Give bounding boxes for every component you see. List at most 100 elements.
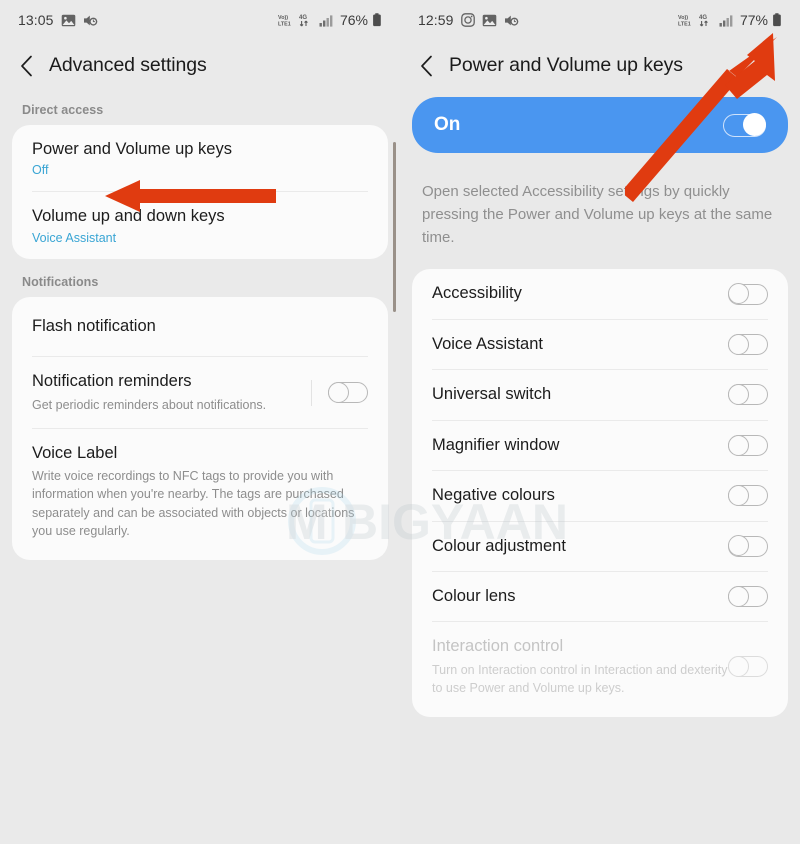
page-title: Advanced settings	[49, 54, 207, 76]
row-text-group: Flash notification	[32, 316, 368, 337]
row-magnifier-window[interactable]: Magnifier window	[412, 421, 788, 470]
row-universal-switch[interactable]: Universal switch	[412, 370, 788, 419]
row-text-group: Interaction control Turn on Interaction …	[432, 636, 728, 697]
signal-bars-icon	[719, 14, 735, 27]
signal-bars-icon	[319, 14, 335, 27]
battery-percent-label: 76%	[339, 12, 368, 28]
row-text-group: Colour adjustment	[432, 536, 728, 557]
colour-adjustment-toggle[interactable]	[727, 535, 768, 557]
row-title: Magnifier window	[432, 435, 560, 454]
row-text-group: Notification reminders Get periodic remi…	[32, 371, 311, 414]
card-accessibility-options: Accessibility Voice Assistant Universal …	[412, 269, 788, 718]
svg-text:LTE1: LTE1	[278, 21, 291, 27]
row-colour-adjustment[interactable]: Colour adjustment	[412, 522, 788, 571]
status-time: 13:05	[18, 12, 54, 28]
sound-off-icon	[83, 14, 98, 27]
row-title: Colour lens	[432, 587, 516, 606]
colour-lens-toggle[interactable]	[727, 585, 768, 608]
page-title: Power and Volume up keys	[449, 54, 683, 76]
mobile-data-4g-icon: 4G	[299, 13, 315, 27]
master-switch-bar[interactable]: On	[412, 97, 788, 153]
row-text-group: Volume up and down keys Voice Assistant	[32, 206, 368, 244]
status-bar-right-group: Vo)) LTE1 4G 76%	[278, 12, 382, 28]
row-subtitle: Voice Assistant	[32, 230, 117, 245]
card-direct-access: Power and Volume up keys Off Volume up a…	[12, 125, 388, 259]
row-title: Voice Assistant	[432, 334, 543, 353]
row-volume-up-and-down-keys[interactable]: Volume up and down keys Voice Assistant	[12, 192, 388, 258]
volte-icon: Vo)) LTE1	[678, 13, 695, 27]
vertical-scrollbar[interactable]	[393, 142, 396, 312]
svg-text:LTE1: LTE1	[678, 21, 691, 27]
row-title: Notification reminders	[32, 372, 192, 391]
row-text-group: Voice Label Write voice recordings to NF…	[32, 443, 368, 540]
status-bar-right: 12:59 Vo)) LTE1 4G 77%	[400, 0, 800, 40]
master-switch-toggle[interactable]	[723, 113, 767, 137]
row-subtitle: Off	[32, 163, 49, 178]
row-description: Write voice recordings to NFC tags to pr…	[32, 469, 355, 538]
row-text-group: Accessibility	[432, 283, 728, 304]
row-title: Power and Volume up keys	[32, 140, 232, 158]
status-bar-left-group: 13:05	[18, 12, 98, 28]
row-description: Turn on Interaction control in Interacti…	[432, 662, 728, 696]
negative-colours-toggle[interactable]	[727, 484, 768, 507]
notification-reminders-toggle[interactable]	[327, 381, 368, 404]
status-bar-left-group: 12:59	[418, 12, 519, 28]
image-icon	[482, 14, 497, 27]
row-accessibility[interactable]: Accessibility	[412, 269, 788, 318]
row-interaction-control: Interaction control Turn on Interaction …	[412, 622, 788, 717]
row-text-group: Magnifier window	[432, 435, 728, 456]
interaction-control-toggle	[727, 655, 768, 678]
right-phone-screen: 12:59 Vo)) LTE1 4G 77% Power and Volume …	[400, 0, 800, 844]
voice-assistant-toggle[interactable]	[727, 333, 768, 356]
row-power-and-volume-up-keys[interactable]: Power and Volume up keys Off	[12, 125, 388, 191]
row-notification-reminders[interactable]: Notification reminders Get periodic remi…	[12, 357, 388, 428]
row-title: Colour adjustment	[432, 536, 566, 555]
row-title: Voice Label	[32, 443, 118, 462]
camera-icon	[460, 13, 475, 27]
status-time: 12:59	[418, 12, 454, 28]
row-title: Universal switch	[432, 385, 552, 404]
back-chevron-icon[interactable]	[420, 55, 433, 77]
toggle-separator	[311, 379, 312, 406]
row-text-group: Colour lens	[432, 586, 728, 607]
row-title: Volume up and down keys	[32, 207, 225, 226]
app-bar-right: Power and Volume up keys	[400, 40, 800, 97]
image-icon	[61, 14, 76, 27]
feature-description: Open selected Accessibility settings by …	[422, 183, 773, 246]
row-text-group: Power and Volume up keys Off	[32, 139, 368, 177]
status-bar-right-group: Vo)) LTE1 4G 77%	[678, 12, 782, 28]
svg-text:4G: 4G	[699, 15, 707, 21]
row-description: Get periodic reminders about notificatio…	[32, 397, 267, 412]
dual-screenshot-container: 13:05 Vo)) LTE1 4G 76% Advanced settings…	[0, 0, 800, 844]
back-chevron-icon[interactable]	[20, 55, 33, 77]
sound-off-icon	[504, 14, 519, 27]
status-bar-left: 13:05 Vo)) LTE1 4G 76%	[0, 0, 400, 40]
section-header-direct-access: Direct access	[22, 103, 104, 117]
master-switch-label: On	[434, 114, 461, 135]
magnifier-window-toggle[interactable]	[727, 434, 768, 456]
universal-switch-toggle[interactable]	[727, 384, 768, 406]
row-negative-colours[interactable]: Negative colours	[412, 471, 788, 520]
row-voice-label[interactable]: Voice Label Write voice recordings to NF…	[12, 429, 388, 560]
row-title: Interaction control	[432, 637, 564, 656]
volte-icon: Vo)) LTE1	[278, 13, 295, 27]
svg-text:Vo)): Vo))	[278, 15, 288, 21]
app-bar-left: Advanced settings	[0, 40, 400, 97]
svg-text:4G: 4G	[299, 15, 307, 21]
svg-text:Vo)): Vo))	[678, 15, 688, 21]
mobile-data-4g-icon: 4G	[699, 13, 715, 27]
row-title: Negative colours	[432, 486, 555, 505]
row-text-group: Voice Assistant	[432, 334, 728, 355]
section-header-notifications: Notifications	[22, 274, 99, 289]
row-flash-notification[interactable]: Flash notification	[12, 297, 388, 356]
left-phone-screen: 13:05 Vo)) LTE1 4G 76% Advanced settings…	[0, 0, 400, 844]
battery-icon	[772, 13, 782, 27]
row-text-group: Universal switch	[432, 384, 728, 405]
row-title: Flash notification	[32, 316, 156, 335]
battery-icon	[372, 13, 382, 27]
row-voice-assistant[interactable]: Voice Assistant	[412, 320, 788, 369]
accessibility-toggle[interactable]	[727, 283, 768, 305]
card-notifications: Flash notification Notification reminder…	[12, 296, 388, 560]
row-text-group: Negative colours	[432, 485, 728, 506]
row-colour-lens[interactable]: Colour lens	[412, 572, 788, 621]
